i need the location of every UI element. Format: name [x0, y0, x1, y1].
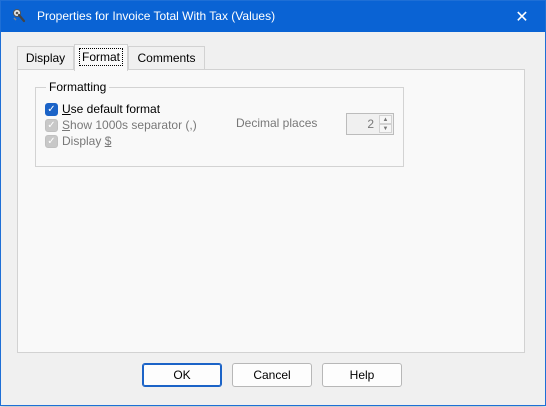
formatting-group: Formatting ✓ Use default format ✓ Show 1…	[35, 80, 404, 167]
decimal-places-label: Decimal places	[236, 116, 318, 130]
close-button[interactable]: ✕	[499, 1, 545, 32]
help-button[interactable]: Help	[322, 363, 402, 387]
spin-down-icon[interactable]: ▼	[379, 124, 392, 133]
display-dollar-label: Display $	[62, 134, 112, 148]
use-default-format-label: Use default format	[62, 102, 161, 116]
checkbox-check-icon: ✓	[45, 118, 58, 132]
cancel-button[interactable]: Cancel	[232, 363, 312, 387]
properties-dialog: Properties for Invoice Total With Tax (V…	[0, 0, 546, 406]
ok-button[interactable]: OK	[142, 363, 222, 387]
properties-icon	[11, 8, 27, 24]
tab-format[interactable]: Format	[74, 44, 128, 71]
tab-display[interactable]: Display	[17, 46, 74, 70]
checkbox-check-icon: ✓	[45, 102, 58, 116]
tab-comments[interactable]: Comments	[128, 46, 205, 70]
window-title: Properties for Invoice Total With Tax (V…	[37, 9, 276, 23]
display-dollar-checkbox[interactable]: ✓ Display $	[45, 133, 111, 149]
decimal-places-spinner[interactable]: 2 ▲ ▼	[346, 113, 394, 135]
format-tab-panel: Formatting ✓ Use default format ✓ Show 1…	[17, 69, 525, 353]
group-title: Formatting	[46, 80, 110, 94]
show-1000s-separator-label: Show 1000s separator (,)	[62, 118, 197, 132]
close-icon: ✕	[515, 8, 529, 26]
spin-up-icon[interactable]: ▲	[379, 115, 392, 124]
use-default-format-checkbox[interactable]: ✓ Use default format	[45, 101, 160, 117]
show-1000s-separator-checkbox[interactable]: ✓ Show 1000s separator (,)	[45, 117, 197, 133]
checkbox-check-icon: ✓	[45, 134, 58, 148]
decimal-places-value[interactable]: 2	[347, 114, 377, 134]
title-bar: Properties for Invoice Total With Tax (V…	[1, 1, 545, 32]
